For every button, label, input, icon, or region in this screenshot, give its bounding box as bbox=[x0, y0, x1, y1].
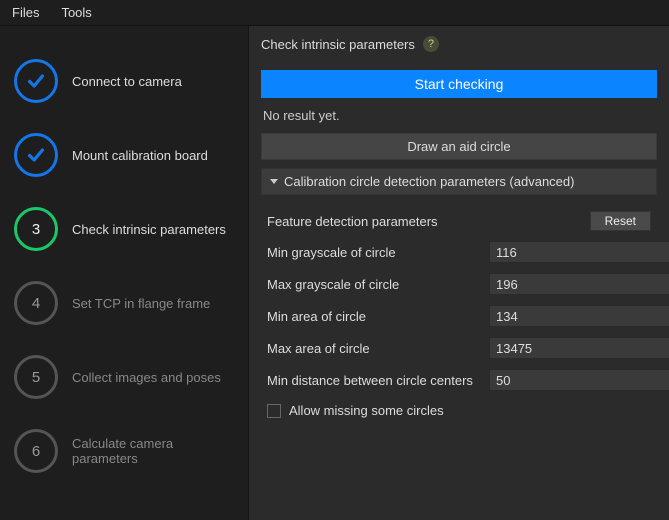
param-label: Max grayscale of circle bbox=[267, 277, 489, 292]
wizard-sidebar: Connect to camera Mount calibration boar… bbox=[0, 26, 248, 520]
start-checking-button[interactable]: Start checking bbox=[261, 70, 657, 98]
min-area-stepper[interactable] bbox=[489, 305, 651, 327]
param-label: Min grayscale of circle bbox=[267, 245, 489, 260]
min-area-input[interactable] bbox=[489, 305, 669, 327]
section-title: Feature detection parameters bbox=[267, 214, 438, 229]
step-label: Calculate camera parameters bbox=[72, 436, 234, 466]
check-icon bbox=[25, 70, 47, 92]
step-connect-camera[interactable]: Connect to camera bbox=[0, 44, 248, 118]
step-status-icon: 4 bbox=[14, 281, 58, 325]
step-label: Set TCP in flange frame bbox=[72, 296, 210, 311]
param-label: Min area of circle bbox=[267, 309, 489, 324]
advanced-params-label: Calibration circle detection parameters … bbox=[284, 174, 574, 189]
draw-aid-circle-button[interactable]: Draw an aid circle bbox=[261, 133, 657, 160]
step-status-icon bbox=[14, 133, 58, 177]
allow-missing-checkbox[interactable] bbox=[267, 404, 281, 418]
menubar: Files Tools bbox=[0, 0, 669, 26]
reset-button[interactable]: Reset bbox=[590, 211, 651, 231]
param-row-max-area: Max area of circle bbox=[267, 337, 651, 359]
feature-detection-section: Feature detection parameters Reset Min g… bbox=[261, 203, 657, 418]
min-distance-input[interactable] bbox=[489, 369, 669, 391]
param-row-min-distance: Min distance between circle centers bbox=[267, 369, 651, 391]
step-label: Check intrinsic parameters bbox=[72, 222, 226, 237]
step-calculate-params[interactable]: 6 Calculate camera parameters bbox=[0, 414, 248, 488]
advanced-params-toggle[interactable]: Calibration circle detection parameters … bbox=[261, 168, 657, 195]
panel-header: Check intrinsic parameters ? bbox=[249, 26, 669, 62]
step-status-icon: 3 bbox=[14, 207, 58, 251]
allow-missing-row: Allow missing some circles bbox=[267, 401, 651, 418]
min-grayscale-stepper[interactable] bbox=[489, 241, 651, 263]
min-distance-stepper[interactable] bbox=[489, 369, 651, 391]
menu-files[interactable]: Files bbox=[12, 5, 39, 20]
param-row-max-grayscale: Max grayscale of circle bbox=[267, 273, 651, 295]
step-status-icon: 6 bbox=[14, 429, 58, 473]
chevron-down-icon bbox=[270, 179, 278, 184]
step-check-intrinsic[interactable]: 3 Check intrinsic parameters bbox=[0, 192, 248, 266]
step-status-icon bbox=[14, 59, 58, 103]
help-icon[interactable]: ? bbox=[423, 36, 439, 52]
min-grayscale-input[interactable] bbox=[489, 241, 669, 263]
step-mount-board[interactable]: Mount calibration board bbox=[0, 118, 248, 192]
check-icon bbox=[25, 144, 47, 166]
param-label: Max area of circle bbox=[267, 341, 489, 356]
step-status-icon: 5 bbox=[14, 355, 58, 399]
step-tcp-flange[interactable]: 4 Set TCP in flange frame bbox=[0, 266, 248, 340]
max-grayscale-input[interactable] bbox=[489, 273, 669, 295]
param-row-min-area: Min area of circle bbox=[267, 305, 651, 327]
step-label: Mount calibration board bbox=[72, 148, 208, 163]
panel-title: Check intrinsic parameters bbox=[261, 37, 415, 52]
step-label: Collect images and poses bbox=[72, 370, 221, 385]
menu-tools[interactable]: Tools bbox=[61, 5, 91, 20]
main-panel: Check intrinsic parameters ? Start check… bbox=[248, 26, 669, 520]
allow-missing-label: Allow missing some circles bbox=[289, 403, 444, 418]
max-area-stepper[interactable] bbox=[489, 337, 651, 359]
result-status: No result yet. bbox=[261, 106, 657, 125]
max-area-input[interactable] bbox=[489, 337, 669, 359]
max-grayscale-stepper[interactable] bbox=[489, 273, 651, 295]
step-collect-images[interactable]: 5 Collect images and poses bbox=[0, 340, 248, 414]
param-label: Min distance between circle centers bbox=[267, 373, 489, 388]
param-row-min-grayscale: Min grayscale of circle bbox=[267, 241, 651, 263]
step-label: Connect to camera bbox=[72, 74, 182, 89]
